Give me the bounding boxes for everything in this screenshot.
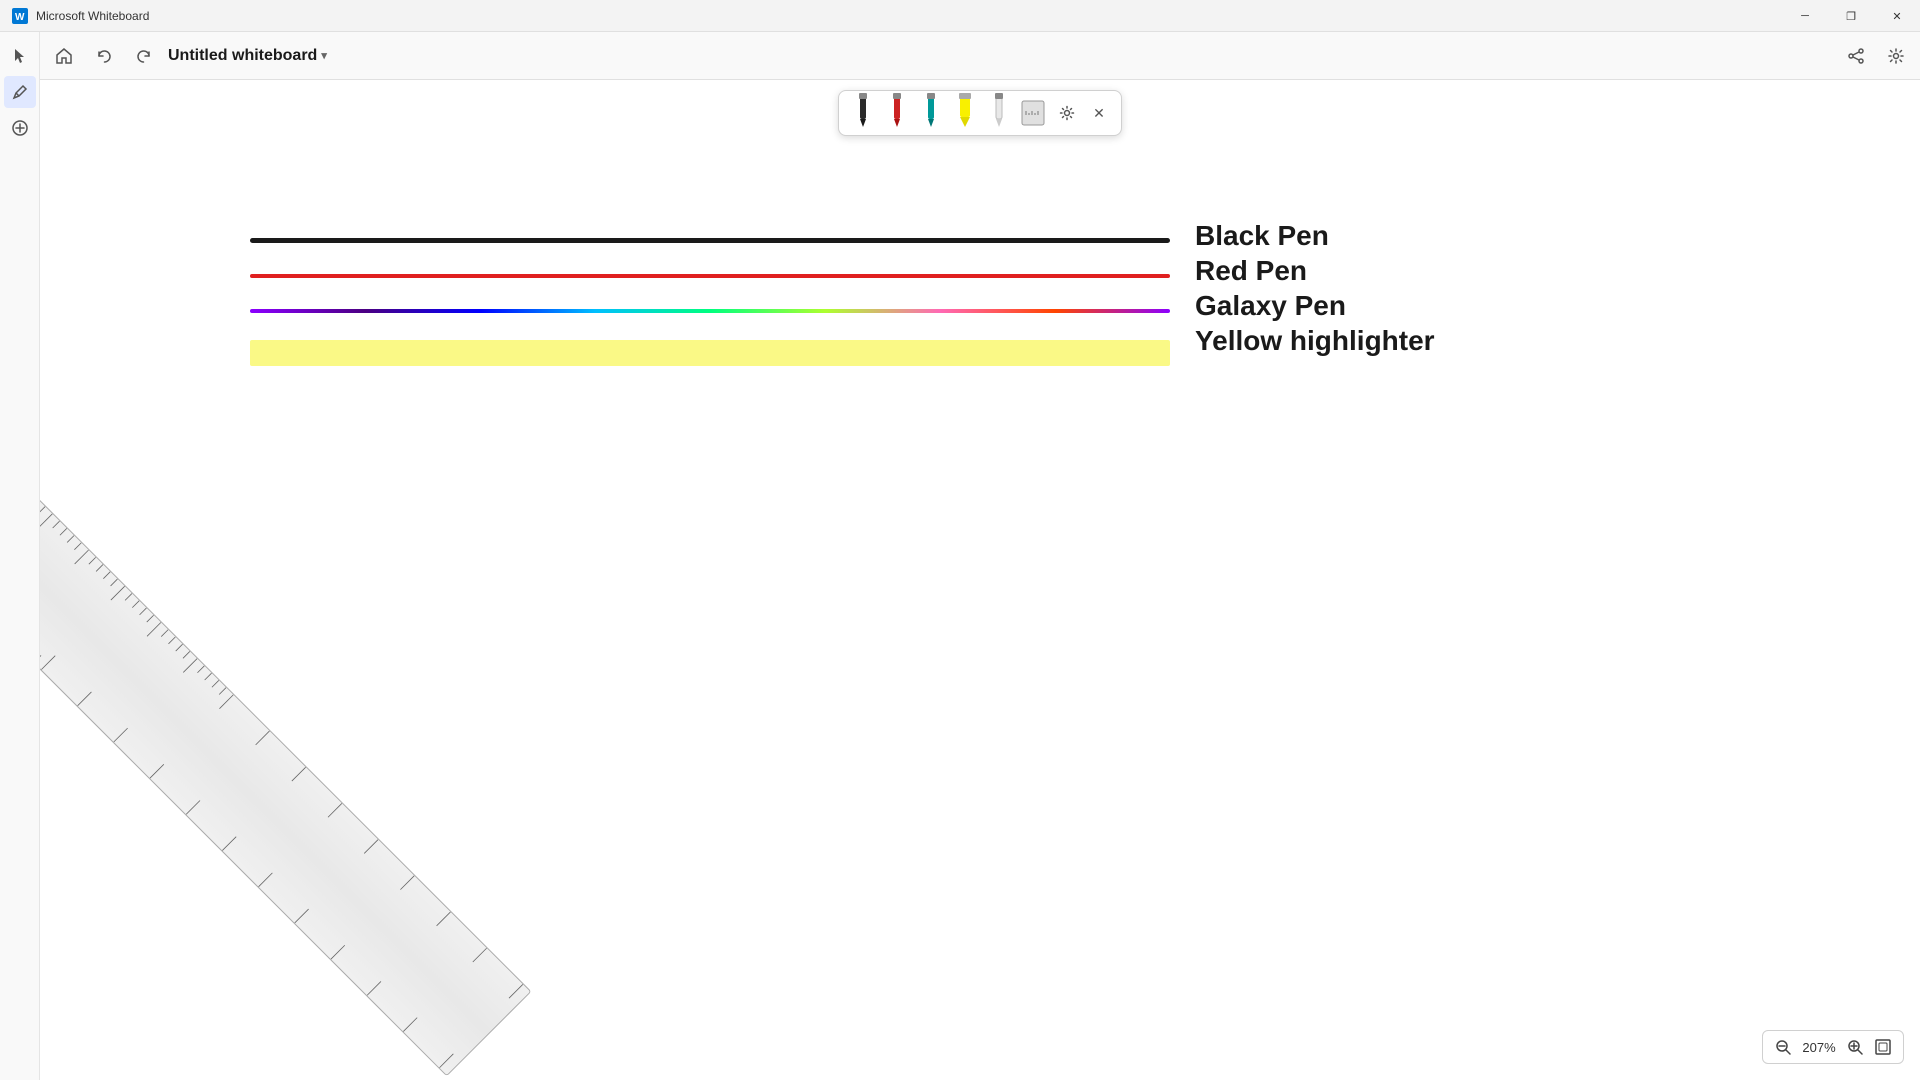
yellow-highlighter-line	[250, 340, 1170, 366]
galaxy-pen-label: Galaxy Pen	[1195, 290, 1346, 322]
undo-icon	[95, 47, 113, 65]
zoom-controls: 207%	[1762, 1030, 1904, 1064]
whiteboard-title[interactable]: Untitled whiteboard ▾	[168, 47, 327, 65]
titlebar: W Microsoft Whiteboard ─ ❐ ✕	[0, 0, 1920, 32]
share-button[interactable]	[1840, 40, 1872, 72]
zoom-fit-button[interactable]	[1871, 1035, 1895, 1059]
zoom-out-icon	[1775, 1039, 1791, 1055]
redo-icon	[135, 47, 153, 65]
title-text: Untitled whiteboard	[168, 47, 317, 65]
header-right-controls	[1840, 40, 1912, 72]
zoom-in-button[interactable]	[1843, 1035, 1867, 1059]
app-title: Microsoft Whiteboard	[36, 9, 149, 23]
home-icon	[55, 47, 73, 65]
black-pen-item[interactable]	[849, 97, 877, 129]
left-toolbar	[0, 32, 40, 1080]
pen-toolbar: ✕	[838, 90, 1122, 136]
pen-close-button[interactable]: ✕	[1087, 101, 1111, 125]
eraser-item[interactable]	[985, 97, 1013, 129]
black-pen-line	[250, 238, 1170, 243]
yellow-highlighter-item[interactable]	[951, 97, 979, 129]
home-button[interactable]	[48, 40, 80, 72]
fit-to-screen-icon	[1875, 1039, 1891, 1055]
zoom-level: 207%	[1799, 1040, 1839, 1055]
title-chevron: ▾	[321, 49, 327, 62]
header-bar: Untitled whiteboard ▾	[0, 32, 1920, 80]
share-icon	[1847, 47, 1865, 65]
pen-icon	[11, 83, 29, 101]
galaxy-pen-line	[250, 309, 1170, 313]
yellow-highlighter-label: Yellow highlighter	[1195, 325, 1435, 357]
red-pen-item[interactable]	[883, 97, 911, 129]
pen-settings-button[interactable]	[1053, 99, 1081, 127]
add-tool-button[interactable]	[4, 112, 36, 144]
red-pen-label: Red Pen	[1195, 255, 1307, 287]
ruler-markings	[40, 441, 530, 1075]
cursor-icon	[11, 47, 29, 65]
select-tool-button[interactable]	[4, 40, 36, 72]
svg-text:W: W	[15, 12, 25, 23]
redo-button[interactable]	[128, 40, 160, 72]
window-controls: ─ ❐ ✕	[1782, 0, 1920, 32]
settings-button[interactable]	[1880, 40, 1912, 72]
zoom-out-button[interactable]	[1771, 1035, 1795, 1059]
undo-button[interactable]	[88, 40, 120, 72]
close-button[interactable]: ✕	[1874, 0, 1920, 32]
plus-icon	[11, 119, 29, 137]
pen-tool-button[interactable]	[4, 76, 36, 108]
ruler-body: /* placeholder — ticks drawn below */	[40, 440, 532, 1076]
ruler-item[interactable]	[1019, 97, 1047, 129]
zoom-in-icon	[1847, 1039, 1863, 1055]
teal-pen-item[interactable]	[917, 97, 945, 129]
minimize-button[interactable]: ─	[1782, 0, 1828, 32]
black-pen-label: Black Pen	[1195, 220, 1329, 252]
canvas-area[interactable]: ✕ Black Pen Red Pen Galaxy Pen Yellow hi…	[40, 80, 1920, 1080]
settings-gear-icon	[1058, 104, 1076, 122]
red-pen-line	[250, 274, 1170, 278]
app-icon: W	[12, 8, 28, 24]
restore-button[interactable]: ❐	[1828, 0, 1874, 32]
settings-icon	[1887, 47, 1905, 65]
ruler[interactable]: /* placeholder — ticks drawn below */	[40, 440, 532, 1076]
